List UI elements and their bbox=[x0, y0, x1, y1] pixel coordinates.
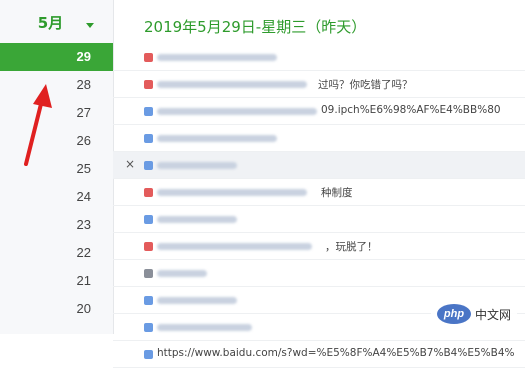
blurred-title bbox=[157, 216, 237, 223]
php-logo: php bbox=[436, 304, 471, 324]
day-item-23[interactable]: 23 bbox=[0, 211, 113, 239]
site-favicon-icon bbox=[144, 350, 153, 359]
blurred-title bbox=[157, 324, 252, 331]
day-item-21[interactable]: 21 bbox=[0, 267, 113, 295]
list-item[interactable]: 过吗？你吃错了吗？ bbox=[113, 71, 525, 98]
item-title-visible: 种制度 bbox=[321, 187, 353, 199]
item-url-visible: 09.ipch%E6%98%AF%E4%BB%80 bbox=[321, 104, 501, 116]
blurred-title bbox=[157, 135, 277, 142]
site-favicon-icon bbox=[144, 215, 153, 224]
chevron-down-icon bbox=[86, 23, 94, 28]
blurred-title bbox=[157, 270, 207, 277]
day-item-29[interactable]: 29 bbox=[0, 43, 113, 71]
list-item[interactable] bbox=[113, 125, 525, 152]
day-item-22[interactable]: 22 bbox=[0, 239, 113, 267]
site-favicon-icon bbox=[144, 188, 153, 197]
blurred-title bbox=[157, 81, 307, 88]
history-main: 2019年5月29日-星期三（昨天） 过吗？你吃错了吗？ 09.ipch%E6%… bbox=[113, 0, 525, 368]
date-heading: 2019年5月29日-星期三（昨天） bbox=[144, 18, 367, 36]
red-arrow-annotation bbox=[24, 84, 52, 166]
blurred-title bbox=[157, 189, 307, 196]
list-item[interactable]: https://www.baidu.com/s?wd=%E5%8F%A4%E5%… bbox=[113, 341, 525, 368]
close-icon[interactable]: × bbox=[125, 157, 135, 171]
list-item[interactable]: 09.ipch%E6%98%AF%E4%BB%80 bbox=[113, 98, 525, 125]
list-item[interactable]: 种制度 bbox=[113, 179, 525, 206]
site-favicon-icon bbox=[144, 242, 153, 251]
site-favicon-icon bbox=[144, 134, 153, 143]
list-item[interactable] bbox=[113, 206, 525, 233]
list-item[interactable] bbox=[113, 44, 525, 71]
month-selector[interactable]: 5月 bbox=[0, 12, 113, 44]
site-favicon-icon bbox=[144, 269, 153, 278]
site-favicon-icon bbox=[144, 161, 153, 170]
site-favicon-icon bbox=[144, 296, 153, 305]
list-item[interactable]: ，玩脱了！ bbox=[113, 233, 525, 260]
list-item[interactable] bbox=[113, 260, 525, 287]
site-favicon-icon bbox=[144, 323, 153, 332]
day-item-20[interactable]: 20 bbox=[0, 295, 113, 323]
site-favicon-icon bbox=[144, 107, 153, 116]
month-label: 5月 bbox=[37, 14, 64, 32]
item-title-visible: 过吗？你吃错了吗？ bbox=[318, 79, 413, 91]
item-title-visible: ，玩脱了！ bbox=[325, 241, 378, 253]
item-url-visible: https://www.baidu.com/s?wd=%E5%8F%A4%E5%… bbox=[157, 347, 515, 359]
site-favicon-icon bbox=[144, 53, 153, 62]
blurred-title bbox=[157, 162, 237, 169]
php-cn-watermark: php 中文网 bbox=[430, 302, 517, 326]
blurred-title bbox=[157, 108, 317, 115]
blurred-title bbox=[157, 297, 237, 304]
blurred-title bbox=[157, 243, 312, 250]
site-favicon-icon bbox=[144, 80, 153, 89]
blurred-title bbox=[157, 54, 277, 61]
list-item-hovered[interactable]: × bbox=[113, 152, 525, 179]
watermark-text: 中文网 bbox=[474, 307, 511, 322]
day-item-24[interactable]: 24 bbox=[0, 183, 113, 211]
